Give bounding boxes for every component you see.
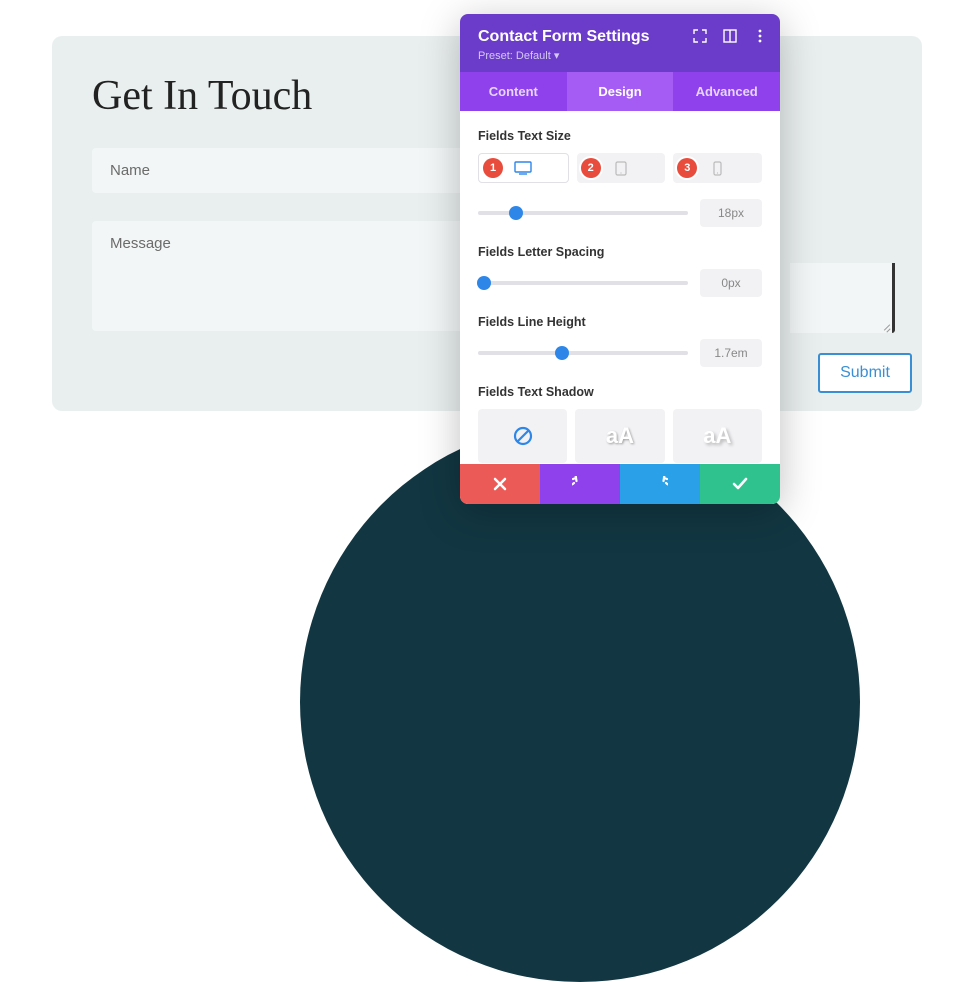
confirm-button[interactable] bbox=[700, 464, 780, 504]
expand-icon[interactable] bbox=[692, 28, 708, 44]
close-icon bbox=[493, 477, 507, 491]
shadow-option-none[interactable] bbox=[478, 409, 567, 463]
label-letter-spacing: Fields Letter Spacing bbox=[478, 245, 762, 259]
panel-header: Contact Form Settings Preset: Default ▾ bbox=[460, 14, 780, 72]
slider-thumb[interactable] bbox=[509, 206, 523, 220]
shadow-sample-1: aA bbox=[606, 423, 634, 449]
textarea-resize-handle[interactable] bbox=[880, 321, 890, 331]
undo-button[interactable] bbox=[540, 464, 620, 504]
submit-button[interactable]: Submit bbox=[818, 353, 912, 393]
slider-line-height: 1.7em bbox=[478, 339, 762, 367]
redo-icon bbox=[652, 476, 668, 492]
device-selector: 1 2 3 bbox=[478, 153, 762, 183]
value-line-height[interactable]: 1.7em bbox=[700, 339, 762, 367]
callout-badge-2: 2 bbox=[581, 158, 601, 178]
callout-badge-1: 1 bbox=[483, 158, 503, 178]
shadow-option-2[interactable]: aA bbox=[673, 409, 762, 463]
slider-letter-spacing: 0px bbox=[478, 269, 762, 297]
panel-tabs: Content Design Advanced bbox=[460, 72, 780, 111]
slider-track-text-size[interactable] bbox=[478, 211, 688, 215]
text-shadow-options: aA aA bbox=[478, 409, 762, 463]
name-field[interactable]: Name bbox=[92, 148, 472, 193]
desktop-icon bbox=[514, 161, 532, 175]
undo-icon bbox=[572, 476, 588, 492]
check-icon bbox=[732, 477, 748, 491]
panel-preset[interactable]: Preset: Default ▾ bbox=[478, 49, 762, 62]
slider-text-size: 18px bbox=[478, 199, 762, 227]
slider-thumb[interactable] bbox=[555, 346, 569, 360]
settings-panel: Contact Form Settings Preset: Default ▾ … bbox=[460, 14, 780, 504]
tab-content[interactable]: Content bbox=[460, 72, 567, 111]
message-field[interactable]: Message bbox=[92, 221, 472, 331]
tab-design[interactable]: Design bbox=[567, 72, 674, 111]
slider-track-letter-spacing[interactable] bbox=[478, 281, 688, 285]
tab-advanced[interactable]: Advanced bbox=[673, 72, 780, 111]
label-fields-text-size: Fields Text Size bbox=[478, 129, 762, 143]
phone-icon bbox=[713, 161, 722, 176]
redo-button[interactable] bbox=[620, 464, 700, 504]
none-icon bbox=[512, 425, 534, 447]
callout-badge-3: 3 bbox=[677, 158, 697, 178]
label-line-height: Fields Line Height bbox=[478, 315, 762, 329]
more-icon[interactable] bbox=[752, 28, 768, 44]
slider-track-line-height[interactable] bbox=[478, 351, 688, 355]
panel-footer bbox=[460, 464, 780, 504]
value-letter-spacing[interactable]: 0px bbox=[700, 269, 762, 297]
device-desktop[interactable]: 1 bbox=[478, 153, 569, 183]
slider-thumb[interactable] bbox=[477, 276, 491, 290]
header-icons bbox=[692, 28, 768, 44]
grid-icon[interactable] bbox=[722, 28, 738, 44]
device-phone[interactable]: 3 bbox=[673, 153, 762, 183]
shadow-sample-2: aA bbox=[703, 423, 731, 449]
background-arc bbox=[300, 422, 860, 982]
cancel-button[interactable] bbox=[460, 464, 540, 504]
shadow-option-1[interactable]: aA bbox=[575, 409, 664, 463]
tablet-icon bbox=[615, 161, 627, 176]
label-text-shadow: Fields Text Shadow bbox=[478, 385, 762, 399]
panel-body: Fields Text Size 1 2 3 18px Fields Lette… bbox=[460, 111, 780, 464]
device-tablet[interactable]: 2 bbox=[577, 153, 666, 183]
message-field-right-edge bbox=[790, 263, 895, 333]
value-text-size[interactable]: 18px bbox=[700, 199, 762, 227]
